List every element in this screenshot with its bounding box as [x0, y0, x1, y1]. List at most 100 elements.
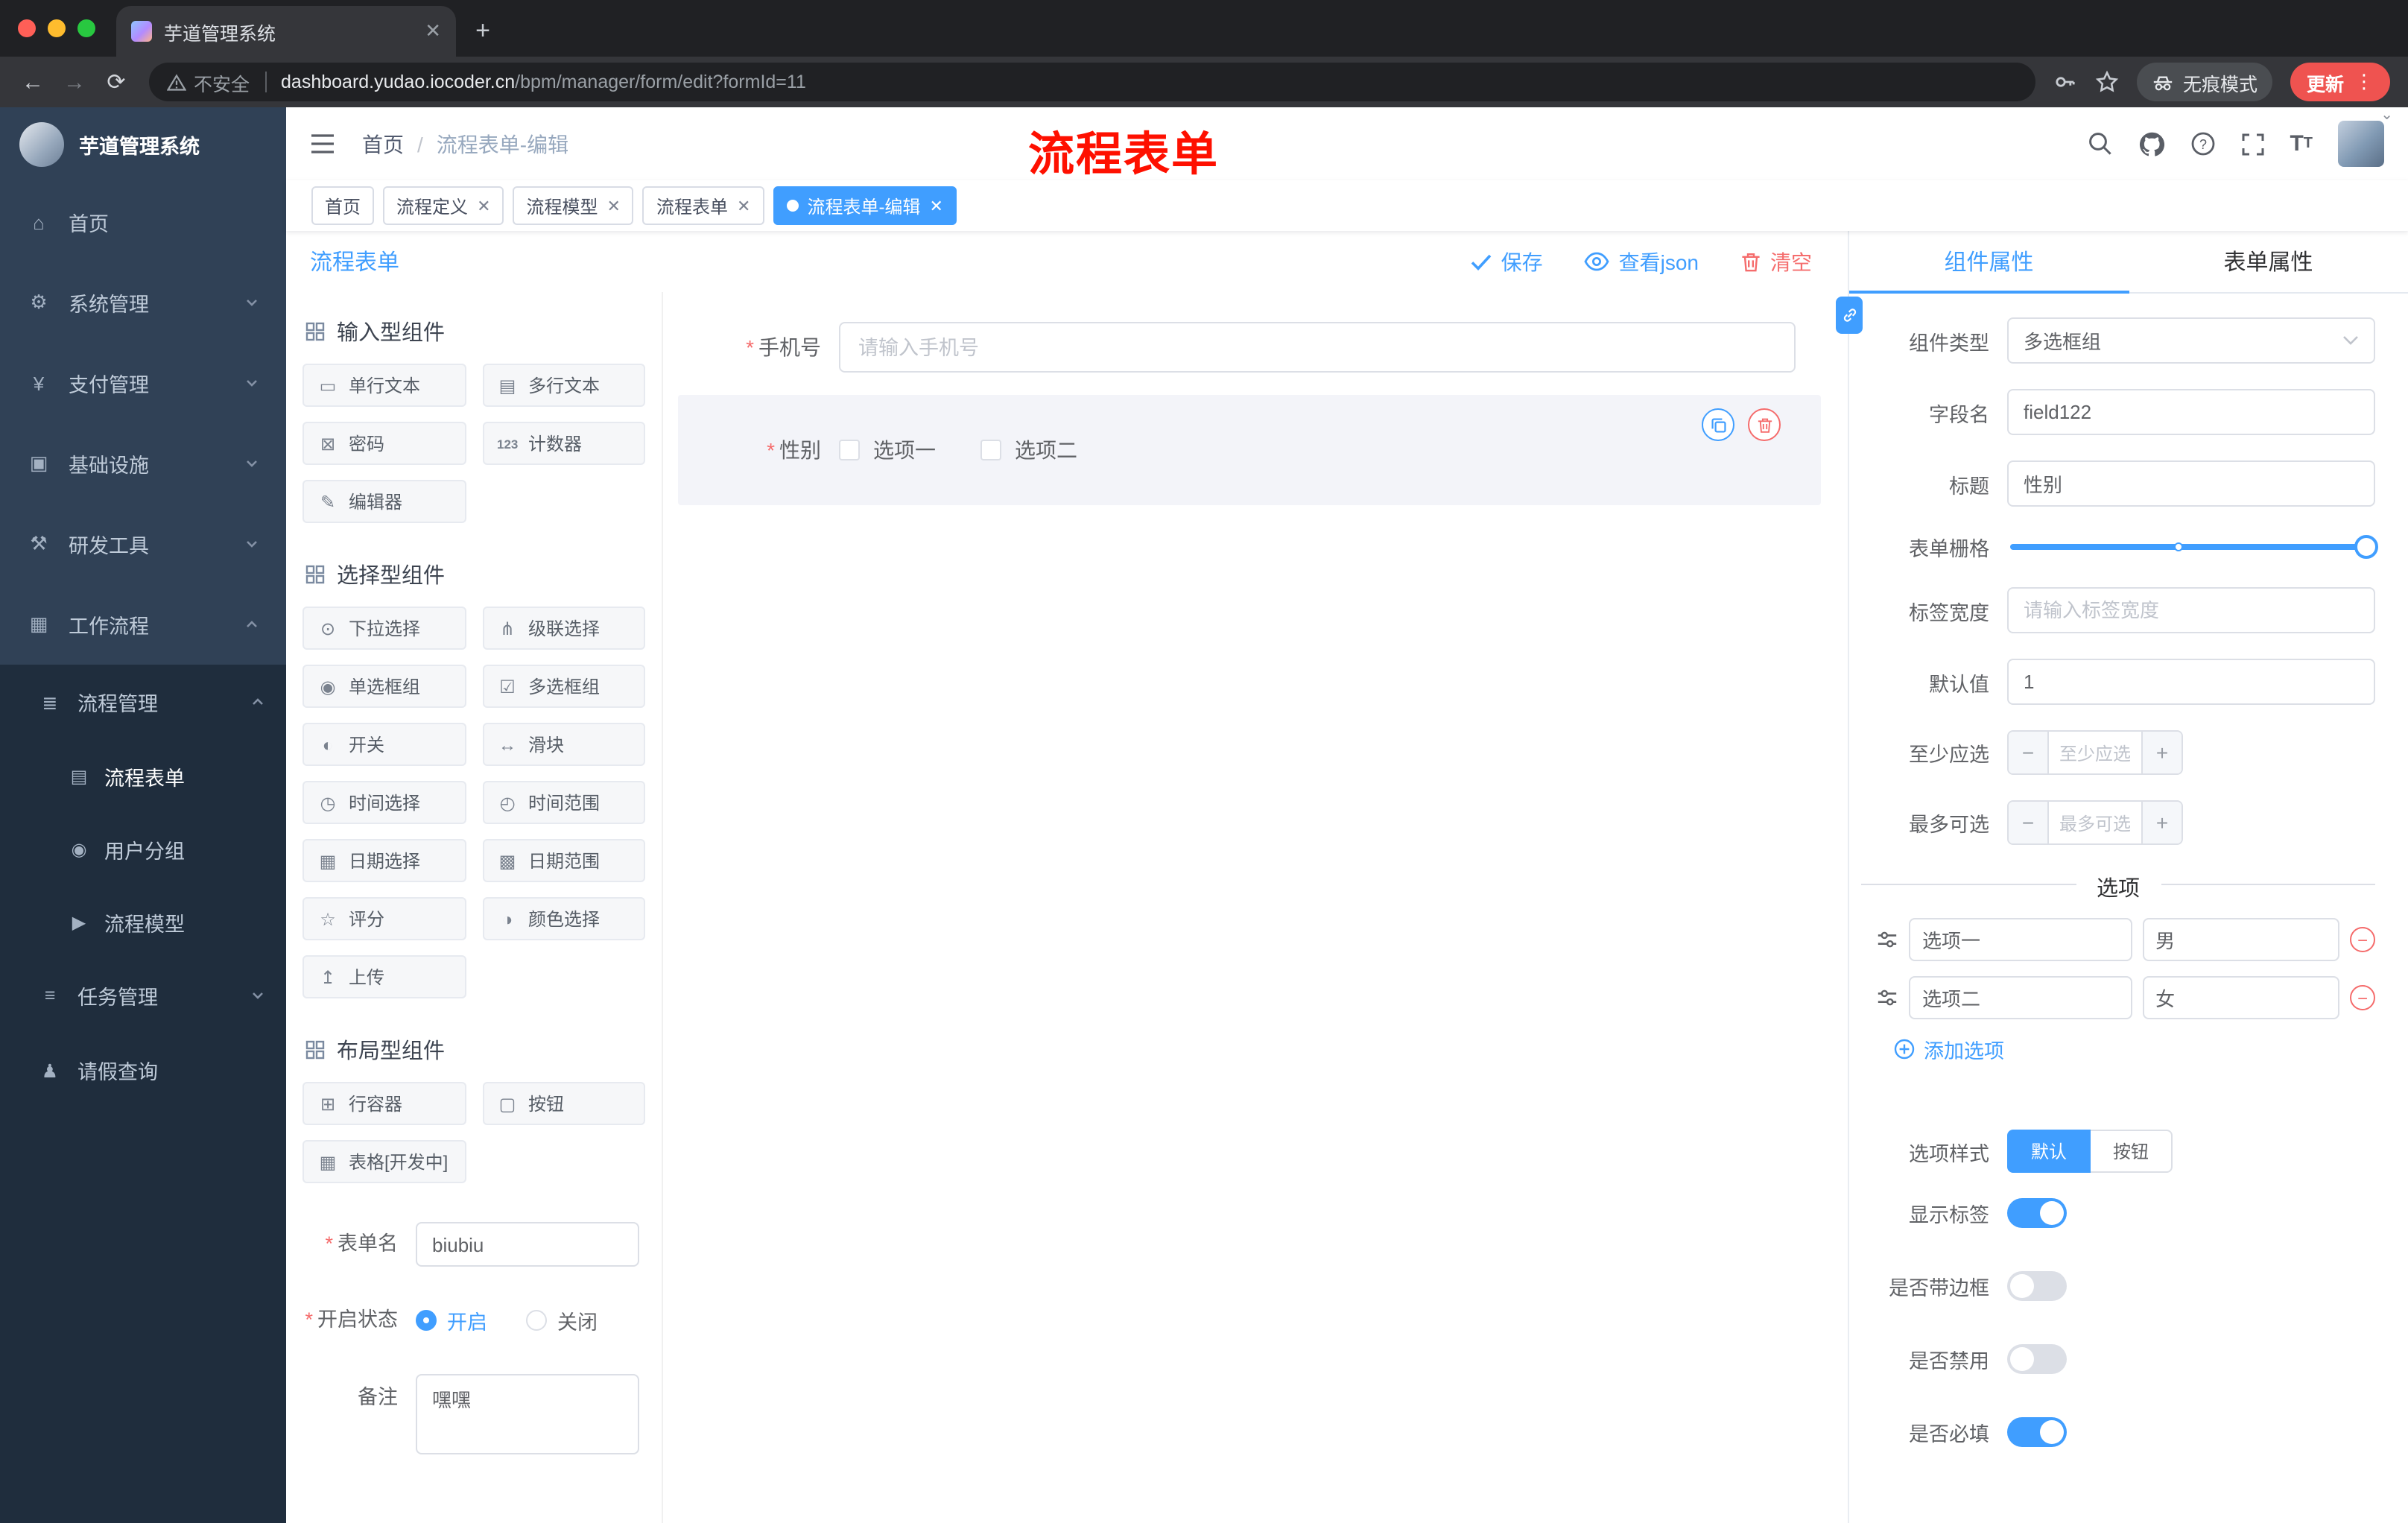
sidebar-item-process-management[interactable]: ≣ 流程管理 — [0, 665, 286, 739]
security-indicator[interactable]: 不安全 — [167, 68, 250, 96]
zoom-window-button[interactable] — [77, 19, 95, 37]
tag-process-form-edit[interactable]: 流程表单-编辑 ✕ — [773, 186, 957, 225]
grid-slider[interactable] — [2010, 535, 2378, 559]
breadcrumb-home[interactable]: 首页 — [362, 129, 404, 159]
tag-home[interactable]: 首页 — [311, 186, 375, 225]
new-tab-button[interactable]: + — [462, 10, 504, 52]
palette-item-radio-group[interactable]: ◉ 单选框组 — [302, 665, 466, 708]
remove-option-button[interactable]: − — [2350, 985, 2375, 1010]
palette-item-checkbox-group[interactable]: ☑ 多选框组 — [482, 665, 645, 708]
checkbox-box[interactable] — [980, 440, 1001, 460]
github-icon[interactable] — [2138, 130, 2164, 157]
drag-handle-icon[interactable] — [1876, 928, 1898, 951]
app-logo[interactable]: 芋道管理系统 — [0, 107, 286, 182]
sidebar-item-workflow[interactable]: ▦ 工作流程 — [0, 584, 286, 665]
font-size-icon[interactable]: TT — [2290, 131, 2313, 156]
canvas-field-gender-selected[interactable]: 性别 选项一 选项二 — [678, 395, 1821, 505]
tag-process-model[interactable]: 流程模型 ✕ — [513, 186, 634, 225]
help-icon[interactable]: ? — [2190, 131, 2215, 156]
default-value-input[interactable] — [2007, 659, 2375, 705]
status-radio-off[interactable]: 关闭 — [526, 1305, 598, 1335]
palette-item-button[interactable]: ▢ 按钮 — [482, 1082, 645, 1125]
incognito-badge[interactable]: 无痕模式 — [2136, 63, 2272, 101]
palette-item-slider[interactable]: ↔ 滑块 — [482, 723, 645, 766]
form-name-input[interactable] — [416, 1222, 639, 1267]
close-window-button[interactable] — [18, 19, 36, 37]
palette-item-single-line-text[interactable]: ▭ 单行文本 — [302, 364, 466, 407]
palette-item-time-range[interactable]: ◴ 时间范围 — [482, 781, 645, 824]
duplicate-field-button[interactable] — [1702, 408, 1734, 441]
form-remark-textarea[interactable]: 嘿嘿 — [416, 1374, 639, 1454]
canvas-field-phone[interactable]: 手机号 — [678, 308, 1821, 386]
sidebar-item-home[interactable]: ⌂ 首页 — [0, 182, 286, 262]
user-avatar[interactable] — [2338, 121, 2384, 167]
sidebar-item-process-form[interactable]: ▤ 流程表单 — [0, 739, 286, 812]
tab-form-properties[interactable]: 表单属性 — [2129, 231, 2408, 292]
slider-handle[interactable] — [2354, 535, 2378, 559]
palette-item-editor[interactable]: ✎ 编辑器 — [302, 480, 466, 523]
reload-button[interactable]: ⟳ — [95, 61, 137, 103]
add-option-button[interactable]: 添加选项 — [1894, 1034, 2375, 1064]
sidebar-item-infrastructure[interactable]: ▣ 基础设施 — [0, 423, 286, 504]
link-handle[interactable] — [1836, 297, 1863, 334]
field-name-input[interactable] — [2007, 389, 2375, 435]
back-button[interactable]: ← — [12, 61, 54, 103]
component-type-select[interactable]: 多选框组 — [2007, 317, 2375, 364]
update-browser-button[interactable]: 更新 ⋮ — [2290, 63, 2390, 101]
option-value-input[interactable] — [2142, 976, 2339, 1019]
palette-item-dropdown[interactable]: ⊙ 下拉选择 — [302, 607, 466, 650]
sidebar-item-system[interactable]: ⚙ 系统管理 — [0, 262, 286, 343]
min-select-placeholder[interactable]: 至少应选 — [2049, 732, 2141, 773]
sidebar-item-task-management[interactable]: ≡ 任务管理 — [0, 958, 286, 1033]
palette-item-password[interactable]: ⊠ 密码 — [302, 422, 466, 465]
palette-item-upload[interactable]: ↥ 上传 — [302, 955, 466, 998]
required-switch[interactable] — [2007, 1417, 2067, 1447]
show-label-switch[interactable] — [2007, 1198, 2067, 1228]
option-label-input[interactable] — [1909, 976, 2132, 1019]
close-tag-icon[interactable]: ✕ — [607, 196, 621, 215]
sidebar-item-leave-query[interactable]: ♟ 请假查询 — [0, 1033, 286, 1107]
address-bar[interactable]: 不安全 dashboard.yudao.iocoder.cn/bpm/manag… — [149, 63, 2035, 101]
option-value-input[interactable] — [2142, 918, 2339, 961]
browser-menu-icon[interactable]: ⋮ — [2354, 70, 2374, 94]
palette-item-date-range[interactable]: ▩ 日期范围 — [482, 839, 645, 882]
minimize-window-button[interactable] — [48, 19, 66, 37]
tag-process-form[interactable]: 流程表单 ✕ — [642, 186, 764, 225]
decrease-button[interactable]: − — [2009, 732, 2049, 773]
search-icon[interactable] — [2087, 131, 2112, 156]
close-tag-icon[interactable]: ✕ — [929, 196, 942, 215]
clear-button[interactable]: 清空 — [1740, 247, 1812, 276]
style-default-button[interactable]: 默认 — [2007, 1130, 2091, 1173]
style-button-button[interactable]: 按钮 — [2091, 1130, 2173, 1173]
tab-component-properties[interactable]: 组件属性 — [1849, 231, 2129, 294]
palette-item-time-picker[interactable]: ◷ 时间选择 — [302, 781, 466, 824]
max-select-placeholder[interactable]: 最多可选 — [2049, 802, 2141, 843]
palette-item-color-picker[interactable]: ◑ 颜色选择 — [482, 897, 645, 940]
profile-caret-icon[interactable]: ⌄ — [2380, 107, 2393, 124]
close-tag-icon[interactable]: ✕ — [737, 196, 750, 215]
tag-process-definition[interactable]: 流程定义 ✕ — [383, 186, 504, 225]
border-switch[interactable] — [2007, 1271, 2067, 1301]
save-button[interactable]: 保存 — [1471, 247, 1543, 276]
gender-option-2[interactable]: 选项二 — [980, 435, 1077, 465]
palette-item-row-container[interactable]: ⊞ 行容器 — [302, 1082, 466, 1125]
palette-item-cascader[interactable]: ⋔ 级联选择 — [482, 607, 645, 650]
label-width-input[interactable] — [2007, 587, 2375, 633]
palette-item-table[interactable]: ▦ 表格[开发中] — [302, 1140, 466, 1183]
increase-button[interactable]: + — [2141, 732, 2182, 773]
checkbox-box[interactable] — [839, 440, 860, 460]
close-tag-icon[interactable]: ✕ — [477, 196, 490, 215]
palette-item-rate[interactable]: ☆ 评分 — [302, 897, 466, 940]
disabled-switch[interactable] — [2007, 1344, 2067, 1374]
gender-option-1[interactable]: 选项一 — [839, 435, 936, 465]
browser-tab[interactable]: 芋道管理系统 ✕ — [116, 6, 456, 57]
option-label-input[interactable] — [1909, 918, 2132, 961]
palette-item-counter[interactable]: 123 计数器 — [482, 422, 645, 465]
title-input[interactable] — [2007, 460, 2375, 507]
phone-input[interactable] — [839, 322, 1796, 373]
forward-button[interactable]: → — [54, 61, 95, 103]
sidebar-item-user-group[interactable]: ◉ 用户分组 — [0, 812, 286, 885]
password-key-icon[interactable] — [2053, 70, 2077, 94]
palette-item-multi-line-text[interactable]: ▤ 多行文本 — [482, 364, 645, 407]
sidebar-item-payment[interactable]: ¥ 支付管理 — [0, 343, 286, 423]
